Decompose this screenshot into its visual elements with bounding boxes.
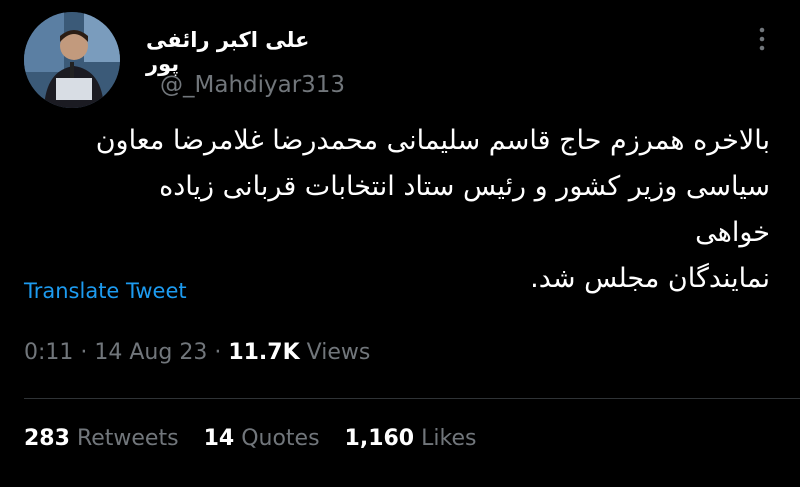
meta-separator: · (73, 340, 95, 365)
retweets-label: Retweets (76, 426, 179, 451)
divider (24, 398, 800, 399)
author-name[interactable]: علی اکبر رائفی پور (146, 28, 346, 76)
more-vertical-icon (759, 27, 765, 51)
tweet-meta: 0:11 · 14 Aug 23 · 11.7K Views (24, 340, 370, 365)
retweets-stat[interactable]: 283 Retweets (24, 426, 179, 451)
avatar[interactable] (24, 12, 120, 108)
quotes-stat[interactable]: 14 Quotes (204, 426, 320, 451)
likes-label: Likes (421, 426, 477, 451)
tweet-text-line: سیاسی وزیر کشور و رئیس ستاد انتخابات قرب… (159, 171, 770, 248)
more-options-button[interactable] (750, 24, 774, 54)
tweet-time[interactable]: 0:11 (24, 340, 73, 365)
tweet-text: بالاخره همرزم حاج قاسم سلیمانی محمدرضا غ… (90, 118, 770, 302)
tweet-text-line: نمایندگان مجلس شد. (530, 263, 770, 294)
avatar-photo (24, 12, 120, 108)
quotes-count: 14 (203, 426, 235, 451)
tweet-stats: 283 Retweets 14 Quotes 1,160 Likes (24, 426, 494, 451)
retweets-count: 283 (24, 426, 70, 451)
tweet-text-line: بالاخره همرزم حاج قاسم سلیمانی محمدرضا غ… (95, 125, 770, 156)
author-handle[interactable]: @_Mahdiyar313 (160, 72, 345, 98)
quotes-label: Quotes (241, 426, 320, 451)
views-label: Views (306, 340, 371, 365)
likes-stat[interactable]: 1,160 Likes (345, 426, 477, 451)
views-count: 11.7K (228, 340, 300, 365)
tweet-date[interactable]: 14 Aug 23 (94, 340, 207, 365)
meta-separator: · (207, 340, 229, 365)
likes-count: 1,160 (344, 426, 415, 451)
translate-tweet-link[interactable]: Translate Tweet (24, 279, 187, 303)
